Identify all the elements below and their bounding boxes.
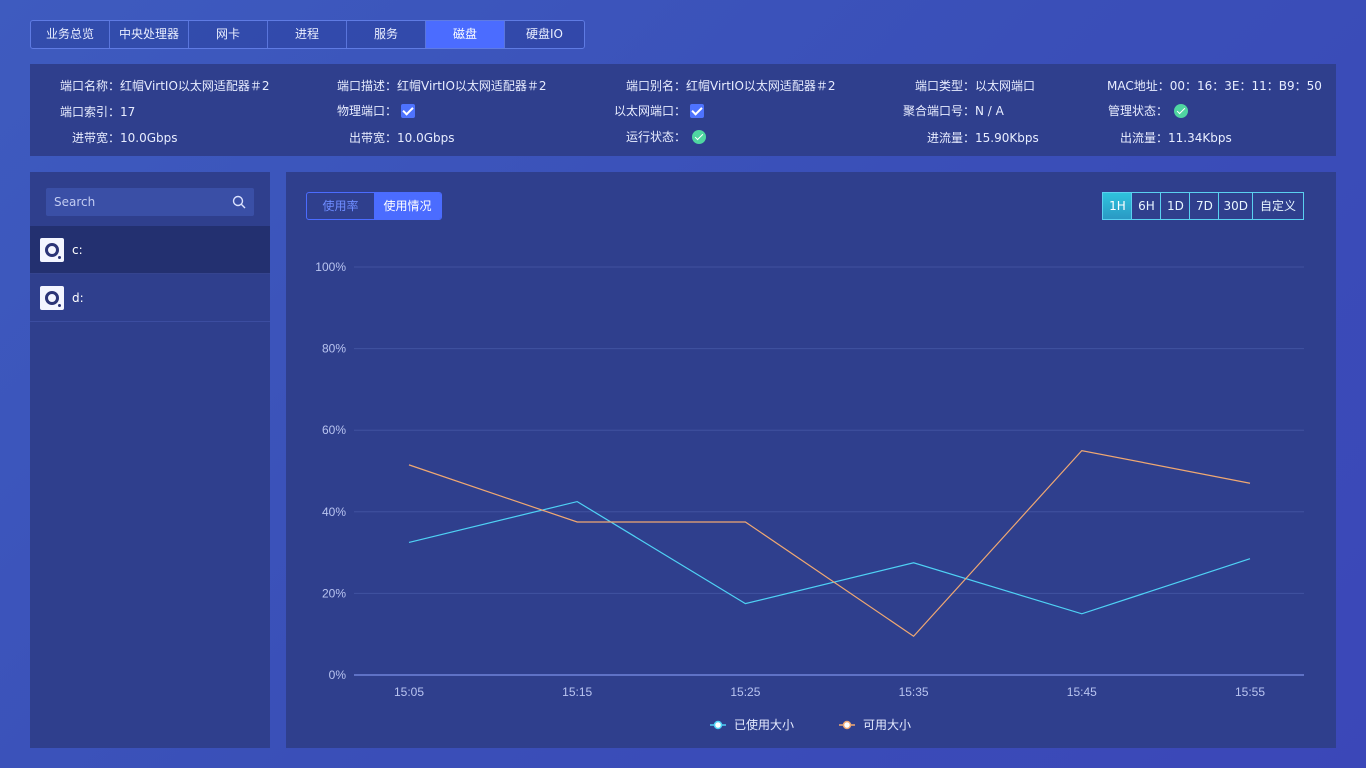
x-tick-label: 15:45 bbox=[1067, 685, 1097, 699]
legend-marker-icon bbox=[713, 720, 723, 730]
tab-service[interactable]: 服务 bbox=[347, 21, 426, 48]
tab-process[interactable]: 进程 bbox=[268, 21, 347, 48]
port-description: 端口描述：红帽VirtIO以太网适配器＃2 bbox=[337, 79, 547, 93]
disk-usage-chart: 0% 20% 40% 60% 80% 100% 15:05 15:15 15:25 15:35 15… bbox=[315, 260, 1304, 732]
tab-cpu[interactable]: 中央处理器 bbox=[110, 21, 189, 48]
disk-icon bbox=[40, 237, 64, 262]
disk-icon bbox=[40, 285, 64, 310]
y-tick-label: 0% bbox=[329, 668, 347, 682]
tab-disk-io[interactable]: 硬盘IO bbox=[505, 21, 584, 48]
legend-marker-icon bbox=[842, 720, 852, 730]
admin-status-ok-icon bbox=[1174, 103, 1189, 118]
tab-overview[interactable]: 业务总览 bbox=[31, 21, 110, 48]
legend-label: 已使用大小 bbox=[734, 717, 794, 732]
chart-panel: 使用率 使用情况 1H 6H 1D 7D 30D 自定义 0% 20% 40% 60%… bbox=[286, 172, 1336, 748]
ethernet-port-label: 以太网端口： bbox=[614, 104, 687, 118]
mac-address: MAC地址：00：16：3E：11：B9：50 bbox=[1107, 79, 1322, 93]
port-index: 端口索引：17 bbox=[60, 105, 136, 119]
tab-nic[interactable]: 网卡 bbox=[189, 21, 268, 48]
port-name: 端口名称：红帽VirtIO以太网适配器＃2 bbox=[60, 79, 270, 93]
physical-port-label: 物理端口： bbox=[337, 104, 398, 118]
in-traffic: 进流量：15.90Kbps bbox=[927, 131, 1039, 145]
admin-status-label: 管理状态： bbox=[1108, 104, 1169, 118]
ethernet-port-field: 以太网端口： bbox=[614, 102, 705, 119]
tab-disk[interactable]: 磁盘 bbox=[426, 21, 505, 48]
x-tick-label: 15:15 bbox=[562, 685, 592, 699]
out-traffic: 出流量：11.34Kbps bbox=[1120, 131, 1232, 145]
y-tick-label: 60% bbox=[322, 423, 346, 437]
port-info-panel: 端口名称：红帽VirtIO以太网适配器＃2 端口描述：红帽VirtIO以太网适配… bbox=[30, 64, 1336, 156]
y-tick-label: 100% bbox=[315, 260, 346, 274]
aggregate-port: 聚合端口号：N / A bbox=[903, 104, 1004, 118]
series-available-line bbox=[408, 449, 1251, 638]
search-placeholder: Search bbox=[54, 195, 96, 209]
physical-port-field: 物理端口： bbox=[337, 102, 416, 119]
x-tick-label: 15:55 bbox=[1235, 685, 1265, 699]
disk-label: d: bbox=[72, 290, 84, 305]
run-status-ok-icon bbox=[692, 129, 707, 144]
disk-item-c[interactable]: c: bbox=[30, 226, 270, 274]
run-status-label: 运行状态： bbox=[626, 130, 687, 144]
in-bandwidth: 进带宽：10.0Gbps bbox=[72, 131, 178, 145]
port-type: 端口类型：以太网端口 bbox=[915, 79, 1036, 93]
series-used-line bbox=[408, 500, 1251, 615]
search-icon[interactable] bbox=[232, 195, 246, 209]
disk-item-d[interactable]: d: bbox=[30, 274, 270, 322]
ethernet-port-checkbox-icon bbox=[690, 103, 705, 118]
y-tick-label: 40% bbox=[322, 505, 346, 519]
disk-label: c: bbox=[72, 242, 83, 257]
legend-label: 可用大小 bbox=[863, 718, 911, 732]
y-tick-label: 80% bbox=[322, 342, 346, 356]
admin-status-field: 管理状态： bbox=[1108, 102, 1189, 119]
x-tick-label: 15:05 bbox=[394, 685, 424, 699]
top-tabs: 业务总览 中央处理器 网卡 进程 服务 磁盘 硬盘IO bbox=[30, 20, 585, 49]
x-tick-label: 15:35 bbox=[899, 685, 929, 699]
port-alias: 端口别名：红帽VirtIO以太网适配器＃2 bbox=[626, 79, 836, 93]
run-status-field: 运行状态： bbox=[626, 128, 707, 145]
disk-list-panel: Search c: d: bbox=[30, 172, 270, 748]
y-tick-label: 20% bbox=[322, 586, 346, 600]
search-input[interactable]: Search bbox=[46, 188, 254, 216]
out-bandwidth: 出带宽：10.0Gbps bbox=[349, 131, 455, 145]
physical-port-checkbox-icon bbox=[401, 103, 416, 118]
x-tick-label: 15:25 bbox=[730, 685, 760, 699]
